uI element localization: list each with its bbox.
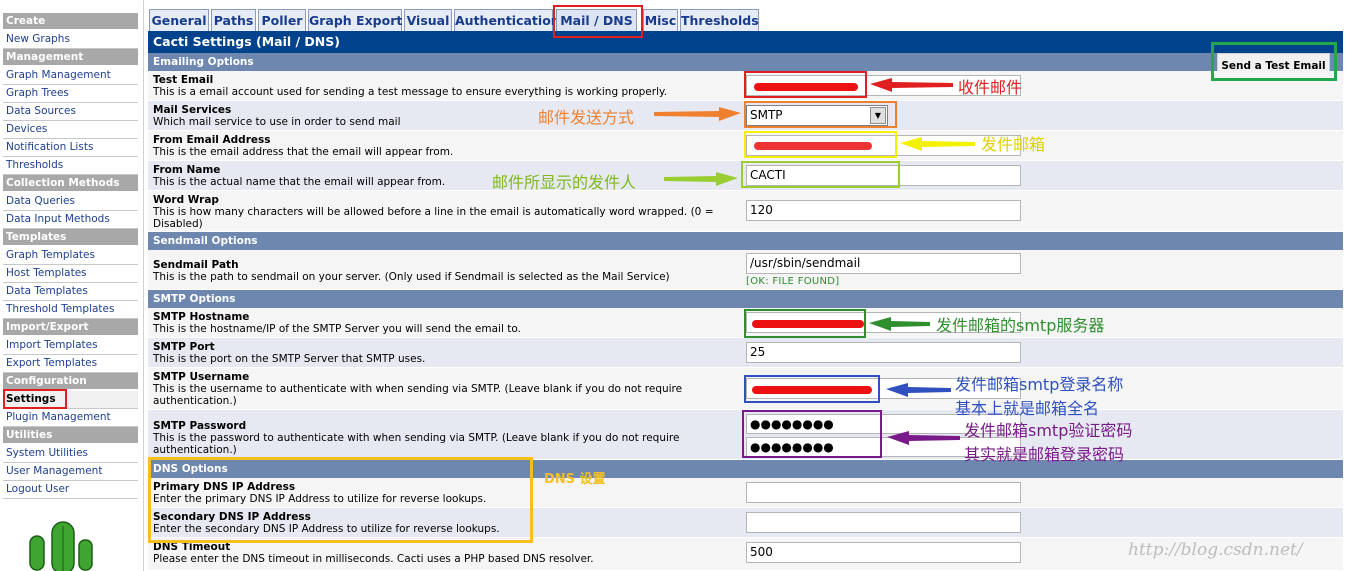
annotation-smtp-hostname: 发件邮箱的smtp服务器 bbox=[936, 316, 1105, 335]
arrow-mail-services-icon bbox=[654, 107, 741, 121]
annotation-smtp-username-2: 基本上就是邮箱全名 bbox=[955, 399, 1100, 418]
arrow-from-name-icon bbox=[664, 172, 738, 186]
annotation-smtp-username-1: 发件邮箱smtp登录名称 bbox=[955, 375, 1124, 394]
arrow-from-email-icon bbox=[900, 137, 975, 151]
arrow-test-email-icon bbox=[870, 78, 953, 92]
annotation-arrows bbox=[654, 78, 975, 445]
watermark: http://blog.csdn.net/ bbox=[1128, 540, 1303, 560]
annotation-dns: DNS 设置 bbox=[544, 472, 606, 487]
annotation-test-email: 收件邮件 bbox=[958, 78, 1023, 97]
annotation-mail-services: 邮件发送方式 bbox=[538, 108, 635, 127]
annotation-from-email: 发件邮箱 bbox=[981, 135, 1046, 154]
arrow-smtp-password-icon bbox=[887, 431, 960, 445]
annotation-from-name: 邮件所显示的发件人 bbox=[492, 173, 637, 192]
annotation-smtp-password-1: 发件邮箱smtp验证密码 bbox=[964, 421, 1133, 440]
arrow-smtp-username-icon bbox=[886, 383, 951, 397]
annotation-smtp-password-2: 其实就是邮箱登录密码 bbox=[964, 445, 1125, 464]
arrow-smtp-hostname-icon bbox=[869, 317, 930, 331]
